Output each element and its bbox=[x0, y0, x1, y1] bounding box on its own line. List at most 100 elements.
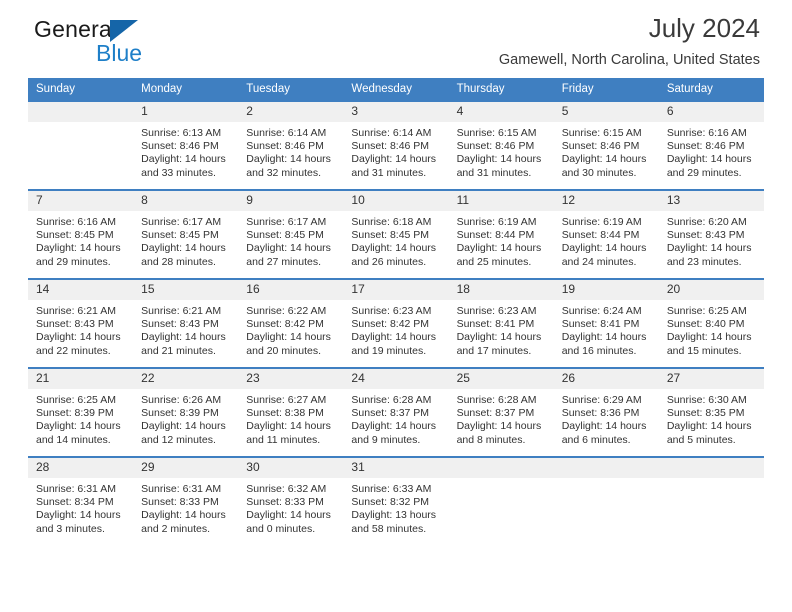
day-number: 8 bbox=[133, 191, 239, 211]
daylight-text-line1: Daylight: 14 hours bbox=[456, 331, 542, 344]
daylight-text-line1: Daylight: 14 hours bbox=[246, 509, 331, 522]
day-number: 7 bbox=[28, 191, 134, 211]
sunset-text: Sunset: 8:34 PM bbox=[36, 496, 114, 509]
sunset-text: Sunset: 8:43 PM bbox=[36, 318, 114, 331]
daylight-text-line1: Daylight: 14 hours bbox=[561, 331, 647, 344]
day-cell[interactable]: 29 Sunrise: 6:31 AM Sunset: 8:33 PM Dayl… bbox=[133, 456, 239, 545]
day-cell[interactable]: 5 Sunrise: 6:15 AM Sunset: 8:46 PM Dayli… bbox=[553, 100, 659, 190]
day-cell[interactable]: 3 Sunrise: 6:14 AM Sunset: 8:46 PM Dayli… bbox=[343, 100, 449, 190]
day-number: 10 bbox=[343, 191, 449, 211]
daylight-text-line1: Daylight: 14 hours bbox=[246, 420, 331, 433]
day-cell[interactable]: 1 Sunrise: 6:13 AM Sunset: 8:46 PM Dayli… bbox=[133, 100, 239, 190]
sunset-text: Sunset: 8:45 PM bbox=[141, 229, 219, 242]
day-cell[interactable] bbox=[28, 100, 134, 190]
daylight-text-line2: and 11 minutes. bbox=[246, 433, 321, 446]
week-row: 28 Sunrise: 6:31 AM Sunset: 8:34 PM Dayl… bbox=[28, 456, 764, 545]
day-cell[interactable]: 27 Sunrise: 6:30 AM Sunset: 8:35 PM Dayl… bbox=[658, 367, 764, 457]
sunset-text: Sunset: 8:33 PM bbox=[141, 496, 219, 509]
day-cell[interactable]: 2 Sunrise: 6:14 AM Sunset: 8:46 PM Dayli… bbox=[238, 100, 344, 190]
daylight-text-line2: and 58 minutes. bbox=[351, 522, 427, 535]
sunset-text: Sunset: 8:45 PM bbox=[351, 229, 430, 242]
daylight-text-line2: and 27 minutes. bbox=[246, 255, 321, 268]
sunset-text: Sunset: 8:46 PM bbox=[246, 140, 324, 153]
sunrise-text: Sunrise: 6:21 AM bbox=[36, 305, 116, 317]
sunset-text: Sunset: 8:42 PM bbox=[246, 318, 324, 331]
daylight-text-line1: Daylight: 14 hours bbox=[141, 153, 226, 166]
sunrise-text: Sunrise: 6:26 AM bbox=[141, 394, 222, 406]
day-number bbox=[658, 458, 764, 478]
sunset-text: Sunset: 8:46 PM bbox=[141, 140, 219, 153]
logo-text-general: General bbox=[34, 16, 118, 42]
sunrise-text: Sunrise: 6:31 AM bbox=[141, 483, 222, 495]
day-number: 23 bbox=[238, 369, 344, 389]
sunrise-text: Sunrise: 6:16 AM bbox=[36, 216, 116, 228]
day-cell[interactable]: 20 Sunrise: 6:25 AM Sunset: 8:40 PM Dayl… bbox=[658, 278, 764, 368]
day-cell[interactable]: 10 Sunrise: 6:18 AM Sunset: 8:45 PM Dayl… bbox=[343, 189, 449, 279]
daylight-text-line2: and 29 minutes. bbox=[666, 166, 742, 179]
day-cell[interactable]: 4 Sunrise: 6:15 AM Sunset: 8:46 PM Dayli… bbox=[448, 100, 554, 190]
day-details: Sunrise: 6:28 AM Sunset: 8:37 PM Dayligh… bbox=[449, 389, 554, 447]
day-cell[interactable]: 12 Sunrise: 6:19 AM Sunset: 8:44 PM Dayl… bbox=[553, 189, 659, 279]
sunrise-text: Sunrise: 6:33 AM bbox=[351, 483, 432, 495]
day-cell[interactable]: 25 Sunrise: 6:28 AM Sunset: 8:37 PM Dayl… bbox=[448, 367, 554, 457]
daylight-text-line2: and 8 minutes. bbox=[456, 433, 526, 446]
daylight-text-line2: and 0 minutes. bbox=[246, 522, 316, 535]
day-cell[interactable]: 8 Sunrise: 6:17 AM Sunset: 8:45 PM Dayli… bbox=[133, 189, 239, 279]
day-number: 15 bbox=[133, 280, 239, 300]
weekday-header-sunday: Sunday bbox=[28, 78, 134, 101]
daylight-text-line1: Daylight: 14 hours bbox=[561, 420, 647, 433]
sunset-text: Sunset: 8:37 PM bbox=[456, 407, 535, 420]
day-number: 11 bbox=[448, 191, 554, 211]
sunset-text: Sunset: 8:46 PM bbox=[666, 140, 745, 153]
day-cell[interactable]: 9 Sunrise: 6:17 AM Sunset: 8:45 PM Dayli… bbox=[238, 189, 344, 279]
day-number: 30 bbox=[238, 458, 344, 478]
day-cell[interactable]: 19 Sunrise: 6:24 AM Sunset: 8:41 PM Dayl… bbox=[553, 278, 659, 368]
page-title: July 2024 bbox=[648, 13, 760, 43]
weekday-header-wednesday: Wednesday bbox=[343, 78, 449, 101]
daylight-text-line2: and 29 minutes. bbox=[36, 255, 111, 268]
day-cell[interactable]: 18 Sunrise: 6:23 AM Sunset: 8:41 PM Dayl… bbox=[448, 278, 554, 368]
day-details: Sunrise: 6:25 AM Sunset: 8:39 PM Dayligh… bbox=[28, 389, 133, 447]
daylight-text-line1: Daylight: 14 hours bbox=[141, 331, 226, 344]
sunset-text: Sunset: 8:39 PM bbox=[141, 407, 219, 420]
day-number: 31 bbox=[343, 458, 449, 478]
day-number: 22 bbox=[133, 369, 239, 389]
logo-triangle-icon bbox=[110, 20, 138, 42]
day-cell[interactable]: 6 Sunrise: 6:16 AM Sunset: 8:46 PM Dayli… bbox=[658, 100, 764, 190]
day-cell[interactable]: 11 Sunrise: 6:19 AM Sunset: 8:44 PM Dayl… bbox=[448, 189, 554, 279]
day-cell[interactable]: 14 Sunrise: 6:21 AM Sunset: 8:43 PM Dayl… bbox=[28, 278, 134, 368]
day-number: 29 bbox=[133, 458, 239, 478]
day-details: Sunrise: 6:21 AM Sunset: 8:43 PM Dayligh… bbox=[133, 300, 238, 358]
day-cell[interactable]: 21 Sunrise: 6:25 AM Sunset: 8:39 PM Dayl… bbox=[28, 367, 134, 457]
day-cell[interactable]: 23 Sunrise: 6:27 AM Sunset: 8:38 PM Dayl… bbox=[238, 367, 344, 457]
day-cell[interactable]: 13 Sunrise: 6:20 AM Sunset: 8:43 PM Dayl… bbox=[658, 189, 764, 279]
day-details: Sunrise: 6:17 AM Sunset: 8:45 PM Dayligh… bbox=[238, 211, 343, 269]
day-cell[interactable]: 22 Sunrise: 6:26 AM Sunset: 8:39 PM Dayl… bbox=[133, 367, 239, 457]
day-number: 4 bbox=[448, 102, 554, 122]
day-cell[interactable]: 28 Sunrise: 6:31 AM Sunset: 8:34 PM Dayl… bbox=[28, 456, 134, 545]
day-cell[interactable]: 30 Sunrise: 6:32 AM Sunset: 8:33 PM Dayl… bbox=[238, 456, 344, 545]
sunset-text: Sunset: 8:40 PM bbox=[666, 318, 745, 331]
day-cell[interactable]: 7 Sunrise: 6:16 AM Sunset: 8:45 PM Dayli… bbox=[28, 189, 134, 279]
day-cell[interactable]: 16 Sunrise: 6:22 AM Sunset: 8:42 PM Dayl… bbox=[238, 278, 344, 368]
sunrise-text: Sunrise: 6:16 AM bbox=[666, 127, 747, 139]
sunrise-text: Sunrise: 6:15 AM bbox=[456, 127, 537, 139]
sunrise-text: Sunrise: 6:28 AM bbox=[351, 394, 432, 406]
day-cell[interactable]: 15 Sunrise: 6:21 AM Sunset: 8:43 PM Dayl… bbox=[133, 278, 239, 368]
daylight-text-line2: and 2 minutes. bbox=[141, 522, 211, 535]
day-cell[interactable]: 17 Sunrise: 6:23 AM Sunset: 8:42 PM Dayl… bbox=[343, 278, 449, 368]
day-details bbox=[28, 122, 133, 127]
daylight-text-line1: Daylight: 14 hours bbox=[456, 153, 542, 166]
sunset-text: Sunset: 8:36 PM bbox=[561, 407, 640, 420]
day-cell[interactable]: 26 Sunrise: 6:29 AM Sunset: 8:36 PM Dayl… bbox=[553, 367, 659, 457]
day-details: Sunrise: 6:19 AM Sunset: 8:44 PM Dayligh… bbox=[554, 211, 659, 269]
day-details: Sunrise: 6:25 AM Sunset: 8:40 PM Dayligh… bbox=[659, 300, 764, 358]
daylight-text-line2: and 32 minutes. bbox=[246, 166, 321, 179]
day-cell[interactable]: 24 Sunrise: 6:28 AM Sunset: 8:37 PM Dayl… bbox=[343, 367, 449, 457]
sunrise-text: Sunrise: 6:28 AM bbox=[456, 394, 537, 406]
daylight-text-line1: Daylight: 14 hours bbox=[36, 331, 121, 344]
daylight-text-line1: Daylight: 14 hours bbox=[36, 420, 121, 433]
sunset-text: Sunset: 8:45 PM bbox=[36, 229, 114, 242]
day-number: 19 bbox=[553, 280, 659, 300]
day-cell[interactable]: 31 Sunrise: 6:33 AM Sunset: 8:32 PM Dayl… bbox=[343, 456, 449, 545]
